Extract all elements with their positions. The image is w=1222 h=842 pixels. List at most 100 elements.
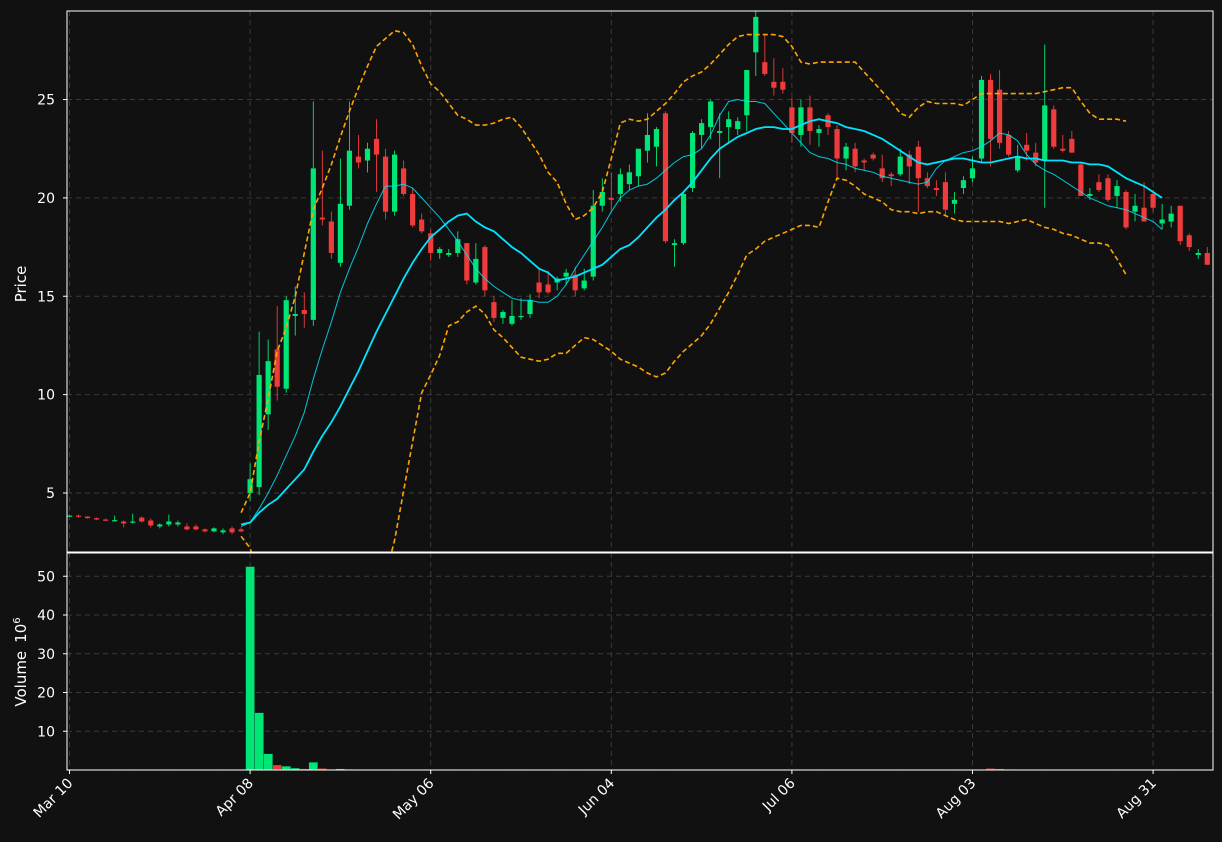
volume-tick-label: 20 — [37, 686, 55, 702]
volume-bar — [263, 753, 273, 770]
candle-body — [482, 247, 488, 291]
candle-body — [391, 154, 398, 212]
x-tick-label: Aug 31 — [1114, 776, 1160, 822]
candle-body — [84, 516, 91, 519]
price-y-ticks: 5 10 15 20 25 — [37, 93, 67, 502]
candle-body — [1150, 193, 1156, 208]
candle-body — [75, 515, 82, 517]
candle-body — [699, 123, 705, 135]
candle-body — [1195, 252, 1201, 255]
candle-body — [1006, 134, 1012, 155]
candle-body — [1051, 109, 1057, 147]
volume-tick-label: 30 — [37, 647, 55, 663]
candle-body — [897, 156, 903, 175]
x-tick-label: Mar 10 — [31, 776, 77, 822]
candle-body — [175, 522, 181, 525]
candle-body — [1015, 156, 1021, 171]
price-plot — [67, 11, 1210, 552]
x-ticks: Mar 10 Apr 08 May 06 Jun 04 Jul 06 Aug 03 Aug … — [31, 770, 1160, 823]
candle-body — [1087, 193, 1093, 196]
candle-body — [708, 101, 714, 128]
candle-body — [310, 168, 316, 320]
candle-body — [157, 524, 163, 527]
candle-body — [527, 300, 533, 314]
moving-average-fast-line — [240, 98, 1163, 527]
candle-body — [238, 529, 244, 532]
candle-body — [1024, 144, 1030, 151]
x-tick-label: Jul 06 — [759, 775, 799, 815]
volume-y-ticks: 10 20 30 40 50 — [37, 569, 67, 740]
bollinger-lower-line — [240, 177, 1127, 552]
candle-body — [148, 520, 154, 526]
moving-average-slow-line — [240, 118, 1163, 526]
candle-body — [410, 193, 416, 226]
x-tick-label: Apr 08 — [213, 776, 257, 820]
candle-body — [1159, 219, 1165, 224]
candle-body — [139, 517, 145, 522]
candle-body — [888, 174, 894, 177]
volume-axis-label-exponent: 6 — [12, 617, 23, 623]
candle-body — [1204, 252, 1210, 265]
candle-body — [202, 529, 208, 532]
candle-body — [671, 243, 678, 246]
candle-body — [744, 70, 750, 116]
price-axis-label: Price — [12, 266, 30, 303]
candle-body — [987, 79, 994, 139]
candle-body — [355, 156, 362, 163]
x-tick-label: Jun 04 — [575, 775, 618, 818]
candle-body — [319, 217, 325, 220]
candle-body — [780, 81, 786, 90]
volume-bar — [308, 762, 318, 770]
volume-tick-label: 50 — [37, 569, 55, 585]
candle-body — [401, 168, 407, 194]
candle-body — [680, 193, 687, 244]
chart-canvas: 5 10 15 20 25 10 20 30 40 50 Mar 10 Apr 08 May 06 J… — [12, 10, 1214, 823]
candle-body — [662, 113, 669, 242]
candle-body — [193, 526, 199, 530]
candle-body — [328, 221, 334, 253]
candle-body — [1132, 205, 1138, 212]
candle-body — [1033, 152, 1039, 163]
x-tick-label: Aug 03 — [933, 776, 979, 822]
candle-body — [67, 515, 73, 517]
candle-body — [112, 520, 118, 522]
candle-body — [464, 243, 470, 281]
price-tick-label: 10 — [37, 388, 55, 404]
candle-body — [121, 521, 127, 524]
candle-body — [933, 188, 939, 191]
price-tick-label: 25 — [37, 93, 55, 109]
candle-body — [870, 154, 876, 159]
candle-body — [608, 197, 614, 200]
bollinger-upper-line — [240, 29, 1127, 514]
candle-body — [653, 129, 660, 147]
candle-body — [563, 272, 569, 277]
volume-axis-label-multiplier: 10 — [12, 624, 30, 643]
candle-body — [292, 313, 298, 316]
x-tick-label: May 06 — [390, 775, 438, 823]
candle-body — [807, 107, 813, 132]
candle-body — [1060, 148, 1066, 151]
candle-body — [545, 284, 551, 293]
candle-body — [346, 150, 353, 206]
volume-axis-label: Volume 106 — [12, 617, 30, 706]
candle-body — [1105, 178, 1111, 200]
candle-body — [103, 519, 109, 521]
candle-body — [1114, 186, 1120, 196]
price-grid — [67, 11, 1213, 552]
candle-body — [419, 219, 425, 232]
candle-body — [1069, 138, 1075, 153]
volume-panel-frame — [66, 552, 1214, 771]
price-panel-frame — [66, 10, 1214, 553]
candle-body — [301, 310, 307, 314]
volume-bar — [254, 712, 264, 770]
candle-body — [1141, 207, 1147, 222]
candle-body — [942, 182, 949, 210]
candle-body — [1177, 205, 1183, 242]
candle-body — [130, 521, 136, 523]
stock-chart: 5 10 15 20 25 10 20 30 40 50 Mar 10 Apr 08 May 06 J… — [0, 0, 1222, 842]
candle-body — [373, 138, 380, 155]
price-tick-label: 5 — [46, 486, 55, 502]
candle-body — [726, 119, 732, 128]
price-tick-label: 15 — [37, 289, 55, 305]
candle-body — [852, 148, 858, 167]
